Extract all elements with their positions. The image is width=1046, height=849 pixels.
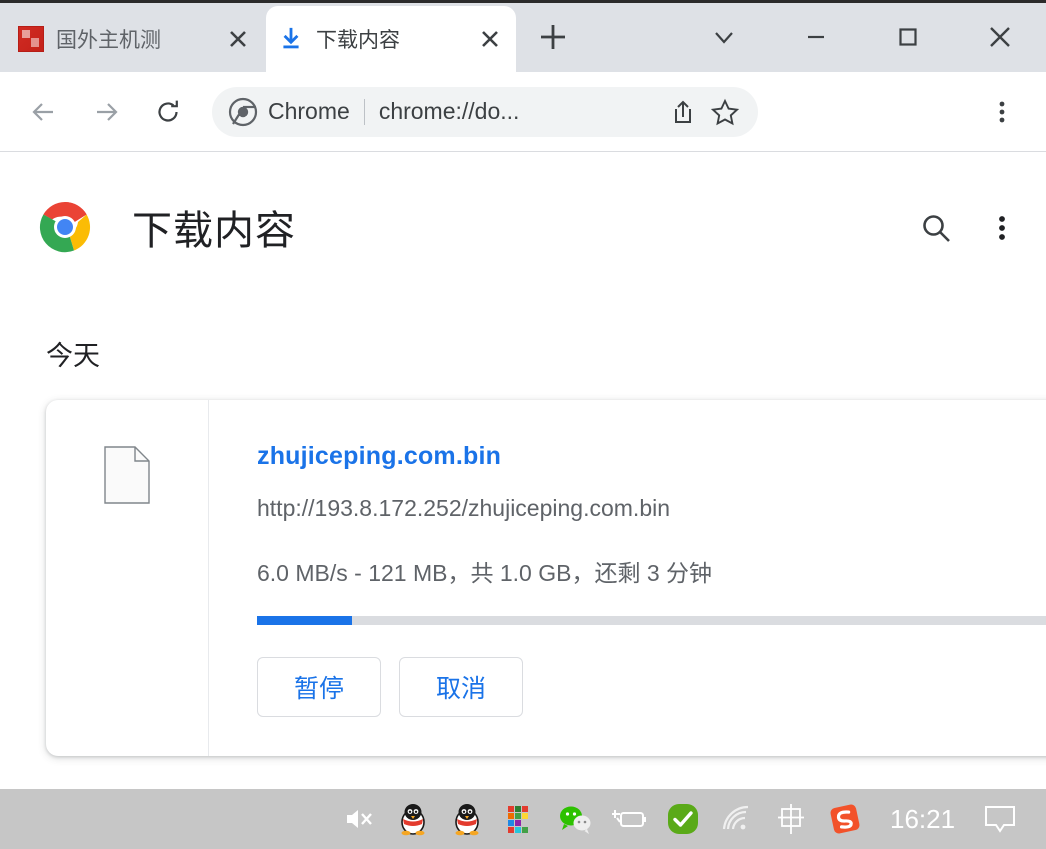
tab-downloads[interactable]: 下载内容 (266, 6, 516, 72)
tab-guowaizhuji[interactable]: 国外主机测 (6, 6, 264, 72)
chrome-logo (38, 200, 92, 254)
green-check-icon[interactable] (660, 796, 706, 842)
download-arrow-icon (278, 26, 304, 52)
new-tab-button[interactable] (532, 16, 574, 58)
tab-search-button[interactable] (678, 6, 770, 68)
download-file-name[interactable]: zhujiceping.com.bin (257, 442, 1046, 471)
maximize-button[interactable] (862, 6, 954, 68)
qq-penguin-icon[interactable] (390, 796, 436, 842)
system-tray: 16:21 (336, 796, 1031, 842)
tab-strip: 国外主机测 下载内容 (0, 0, 1046, 72)
download-details: zhujiceping.com.bin http://193.8.172.252… (209, 400, 1046, 756)
tab-close-button[interactable] (476, 25, 504, 53)
volume-muted-icon[interactable] (336, 796, 382, 842)
download-actions: 暂停 取消 (257, 657, 1046, 717)
chrome-icon (228, 97, 258, 127)
omnibox-url[interactable]: chrome://do... (379, 98, 658, 125)
taskbar-clock[interactable]: 16:21 (890, 804, 955, 835)
downloads-header: 下载内容 (0, 182, 1046, 272)
color-grid-icon[interactable] (498, 796, 544, 842)
omnibox-scheme-label: Chrome (268, 98, 350, 124)
share-icon[interactable] (666, 95, 700, 129)
tab-title: 国外主机测 (56, 29, 161, 52)
browser-toolbar: Chrome chrome://do... (0, 72, 1046, 152)
minimize-button[interactable] (770, 6, 862, 68)
wifi-icon[interactable] (714, 796, 760, 842)
notification-bubble-icon[interactable] (977, 796, 1023, 842)
page-title: 下载内容 (132, 209, 296, 253)
download-progress-fill (257, 616, 352, 625)
red-seal-favicon (18, 26, 44, 52)
downloads-menu-button[interactable] (974, 200, 1030, 256)
qq-penguin-icon-2[interactable] (444, 796, 490, 842)
close-button[interactable] (954, 6, 1046, 68)
download-status-text: 6.0 MB/s - 121 MB，共 1.0 GB，还剩 3 分钟 (257, 560, 713, 586)
download-source-url: http://193.8.172.252/zhujiceping.com.bin (257, 495, 671, 521)
tab-title: 下载内容 (316, 29, 400, 52)
back-button[interactable] (18, 86, 70, 138)
forward-button[interactable] (80, 86, 132, 138)
omnibox-separator (363, 98, 365, 125)
pause-button[interactable]: 暂停 (257, 657, 381, 717)
star-icon[interactable] (708, 95, 742, 129)
generic-file-icon (104, 446, 150, 504)
sogou-icon[interactable] (822, 796, 868, 842)
os-taskbar: 16:21 (0, 789, 1046, 849)
header-actions (898, 200, 1030, 256)
search-icon[interactable] (908, 200, 964, 256)
reload-button[interactable] (142, 86, 194, 138)
wechat-icon[interactable] (552, 796, 598, 842)
ime-chinese-icon[interactable] (768, 796, 814, 842)
address-bar[interactable]: Chrome chrome://do... (212, 86, 758, 137)
downloads-page: zhujiceping.com 下载内容 (0, 152, 1046, 789)
browser-menu-button[interactable] (976, 86, 1028, 138)
window-controls (678, 6, 1046, 68)
download-file-icon-cell (46, 400, 209, 756)
cancel-button[interactable]: 取消 (399, 657, 523, 717)
browser-window: 国外主机测 下载内容 Chrome chrome://do... 下载内容 今天… (0, 0, 1046, 849)
download-progress-track (257, 616, 1046, 625)
tab-close-button[interactable] (224, 25, 252, 53)
battery-charging-icon[interactable] (606, 796, 652, 842)
section-label-today: 今天 (46, 341, 100, 371)
download-item-card[interactable]: zhujiceping.com.bin http://193.8.172.252… (46, 400, 1046, 756)
